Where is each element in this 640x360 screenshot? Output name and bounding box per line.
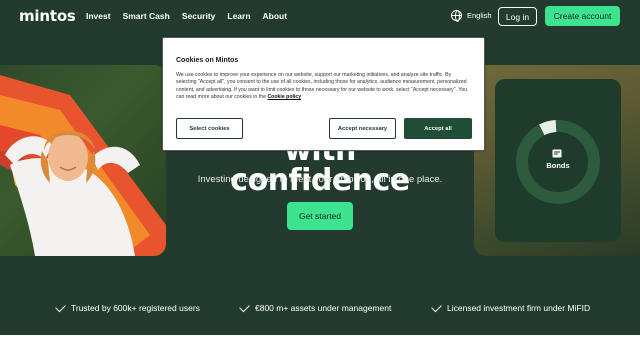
accept-all-button[interactable]: Accept all bbox=[404, 118, 472, 139]
hero-image-woman-hammock bbox=[0, 65, 166, 256]
trust-text: €800 m+ assets under management bbox=[255, 303, 392, 313]
check-icon bbox=[239, 301, 250, 312]
trust-indicators: Trusted by 600k+ registered users €800 m… bbox=[0, 301, 640, 319]
check-icon bbox=[55, 301, 66, 312]
nav-link-security[interactable]: Security bbox=[182, 11, 216, 21]
nav-link-smart-cash[interactable]: Smart Cash bbox=[123, 11, 170, 21]
hero-subtitle: Investing designed to meet your ambition… bbox=[197, 174, 443, 185]
trust-text: Licensed investment firm under MiFID bbox=[447, 303, 591, 313]
cookie-consent-dialog: Cookies on Mintos We use cookies to impr… bbox=[162, 37, 485, 151]
cookie-dialog-title: Cookies on Mintos bbox=[176, 57, 239, 64]
page-footer-strip bbox=[0, 335, 640, 360]
accept-necessary-button[interactable]: Accept necessary bbox=[329, 118, 396, 139]
nav-link-learn[interactable]: Learn bbox=[227, 11, 250, 21]
check-icon bbox=[431, 301, 442, 312]
language-label: English bbox=[467, 11, 492, 20]
cookie-body-text: We use cookies to improve your experienc… bbox=[176, 72, 468, 101]
nav-link-about[interactable]: About bbox=[263, 11, 288, 21]
hammock-illustration bbox=[0, 75, 166, 256]
create-account-button[interactable]: Create account bbox=[545, 6, 620, 26]
document-icon bbox=[552, 149, 562, 158]
primary-nav: Invest Smart Cash Security Learn About bbox=[86, 11, 299, 21]
bonds-label: Bonds bbox=[546, 161, 570, 170]
language-selector[interactable]: English bbox=[451, 10, 492, 22]
top-navbar: mintos Invest Smart Cash Security Learn … bbox=[0, 0, 640, 34]
trust-item-license: Licensed investment firm under MiFID bbox=[431, 301, 591, 313]
select-cookies-button[interactable]: Select cookies bbox=[176, 118, 243, 139]
trust-item-assets: €800 m+ assets under management bbox=[239, 301, 392, 313]
get-started-button[interactable]: Get started bbox=[287, 202, 353, 230]
trust-text: Trusted by 600k+ registered users bbox=[71, 303, 200, 313]
globe-icon bbox=[451, 10, 462, 22]
cookie-policy-link[interactable]: Cookie policy bbox=[267, 94, 301, 100]
login-button[interactable]: Log in bbox=[498, 7, 537, 26]
nav-link-invest[interactable]: Invest bbox=[86, 11, 111, 21]
trust-item-users: Trusted by 600k+ registered users bbox=[55, 301, 200, 313]
cookie-dialog-body: We use cookies to improve your experienc… bbox=[176, 72, 472, 102]
mintos-logo[interactable]: mintos bbox=[19, 7, 76, 25]
bonds-ring-segment bbox=[539, 120, 557, 136]
